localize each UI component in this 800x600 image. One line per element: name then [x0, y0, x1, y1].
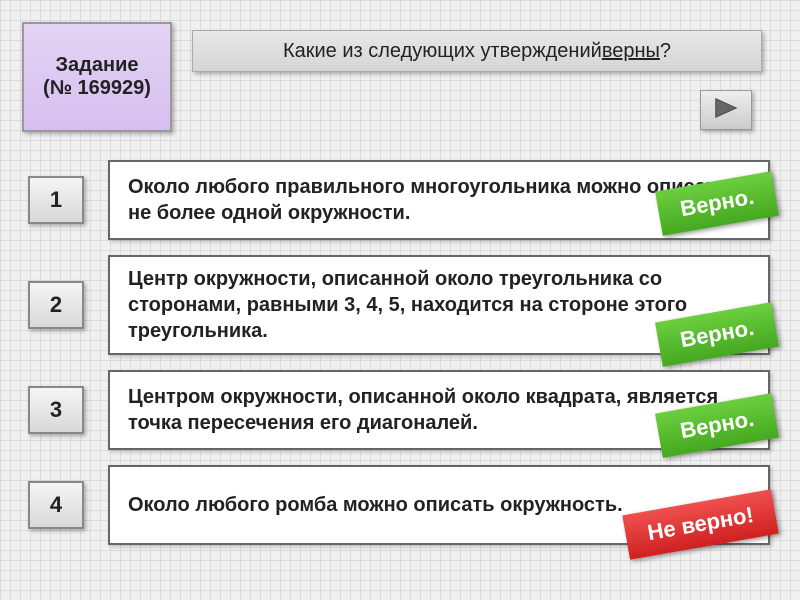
- answer-row: 3 Центром окружности, описанной около кв…: [28, 370, 770, 450]
- answer-button-1[interactable]: 1: [28, 176, 84, 224]
- answer-num: 3: [50, 397, 62, 423]
- answer-text: Около любого ромба можно описать окружно…: [128, 492, 623, 518]
- badge-text: Верно.: [678, 406, 756, 444]
- answer-button-2[interactable]: 2: [28, 281, 84, 329]
- question-prefix: Какие из следующих утверждений: [283, 40, 602, 63]
- answer-button-4[interactable]: 4: [28, 481, 84, 529]
- incorrect-badge: Не верно!: [622, 490, 779, 560]
- answer-button-3[interactable]: 3: [28, 386, 84, 434]
- answer-box-1: Около любого правильного многоугольника …: [108, 160, 770, 240]
- badge-text: Верно.: [678, 184, 756, 222]
- badge-text: Верно.: [678, 315, 756, 353]
- answer-row: 1 Около любого правильного многоугольник…: [28, 160, 770, 240]
- answer-box-4: Около любого ромба можно описать окружно…: [108, 465, 770, 545]
- answer-row: 2 Центр окружности, описанной около треу…: [28, 255, 770, 355]
- task-number: (№ 169929): [43, 77, 151, 100]
- answer-box-3: Центром окружности, описанной около квад…: [108, 370, 770, 450]
- play-icon: [712, 96, 740, 125]
- question-bar: Какие из следующих утверждений верны ?: [192, 30, 762, 72]
- answer-num: 4: [50, 492, 62, 518]
- badge-text: Не верно!: [645, 502, 755, 545]
- answer-box-2: Центр окружности, описанной около треуго…: [108, 255, 770, 355]
- answer-num: 1: [50, 187, 62, 213]
- answer-num: 2: [50, 292, 62, 318]
- question-suffix: ?: [660, 40, 671, 63]
- task-box: Задание (№ 169929): [22, 22, 172, 132]
- question-underlined: верны: [602, 40, 660, 63]
- next-button[interactable]: [700, 90, 752, 130]
- task-label: Задание: [56, 54, 139, 77]
- answer-row: 4 Около любого ромба можно описать окруж…: [28, 465, 770, 545]
